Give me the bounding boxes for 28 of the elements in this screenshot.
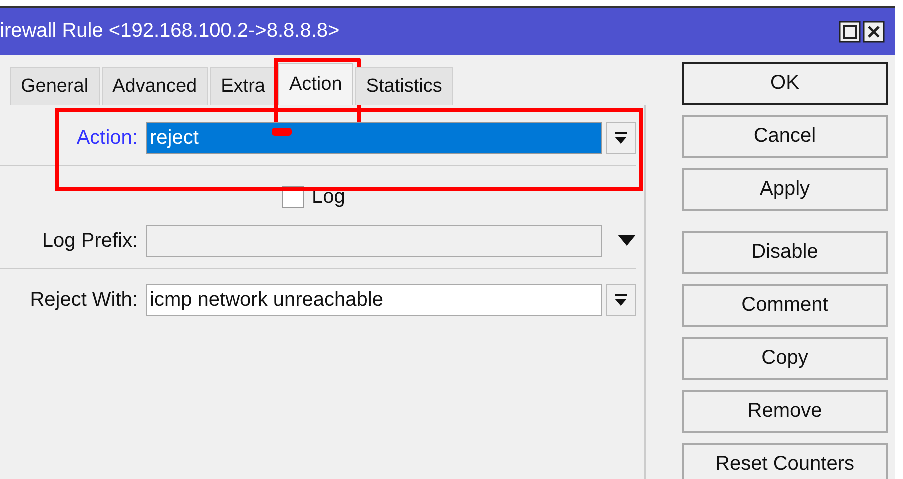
arrow-down-icon (614, 293, 628, 307)
dialog-button[interactable]: OK (682, 62, 888, 105)
dialog-button[interactable]: Cancel (682, 115, 888, 158)
select-field[interactable]: icmp network unreachable (146, 284, 602, 316)
dropdown-button[interactable] (606, 122, 636, 154)
dialog-button[interactable]: Apply (682, 168, 888, 211)
tab[interactable]: General (10, 67, 100, 105)
arrow-down-icon (614, 131, 628, 145)
close-icon[interactable] (863, 20, 885, 42)
annotation-mark (272, 128, 292, 136)
field-label: Reject With: (29, 288, 139, 312)
maximize-icon[interactable] (839, 20, 861, 42)
dropdown-button[interactable] (606, 284, 636, 316)
dialog-button[interactable]: Disable (682, 231, 888, 274)
field-label: Log Prefix: (41, 230, 139, 252)
dialog-button[interactable]: Comment (682, 284, 888, 327)
tab[interactable]: Advanced (102, 67, 208, 105)
tab[interactable]: Action (278, 63, 354, 105)
dropdown-arrow-icon[interactable] (618, 235, 636, 247)
select-field[interactable]: reject (146, 122, 602, 154)
dialog-button[interactable]: Remove (682, 390, 888, 433)
checkbox-label: Log (312, 186, 346, 208)
dialog-button[interactable]: Reset Counters (682, 443, 888, 479)
tab[interactable]: Statistics (355, 67, 454, 105)
tab[interactable]: Extra (210, 67, 276, 105)
window-title: irewall Rule <192.168.100.2->8.8.8.8> (0, 20, 340, 43)
dialog-button[interactable]: Copy (682, 337, 888, 380)
field-label: Action: (76, 126, 139, 150)
